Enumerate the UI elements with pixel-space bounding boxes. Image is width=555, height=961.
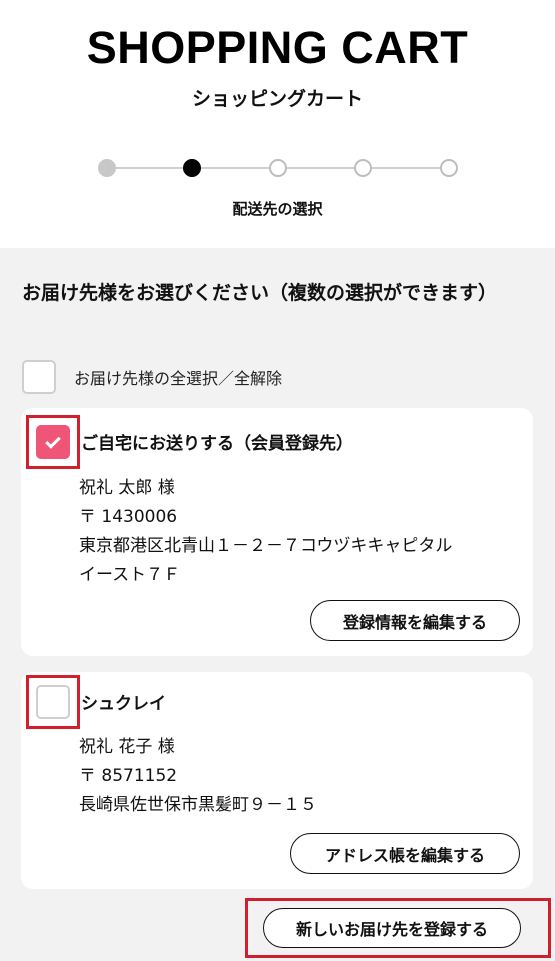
progress-stepper xyxy=(98,158,458,178)
home-checkbox-highlight xyxy=(26,415,80,469)
address-title: ご自宅にお送りする（会員登録先） xyxy=(81,434,353,454)
address-line-1: 東京都港区北青山１－２－７コウヅキキャピタル xyxy=(79,536,453,556)
address-details: 祝礼 太郎 様 〒 1430006 東京都港区北青山１－２－７コウヅキキャピタル… xyxy=(79,474,519,590)
address-details: 祝礼 花子 様 〒 8571152 長崎県佐世保市黒髪町９－１５ xyxy=(79,733,519,820)
instruction-text: お届け先様をお選びください（複数の選択ができます） xyxy=(22,282,498,304)
address-card-shukurei: シュクレイ 祝礼 花子 様 〒 8571152 長崎県佐世保市黒髪町９－１５ ア… xyxy=(21,672,533,889)
step-2-dot xyxy=(183,159,201,177)
address-card-home: ご自宅にお送りする（会員登録先） 祝礼 太郎 様 〒 1430006 東京都港区… xyxy=(21,408,533,656)
address-selection-area: お届け先様をお選びください（複数の選択ができます） お届け先様の全選択／全解除 … xyxy=(0,248,555,961)
edit-address-book-button[interactable]: アドレス帳を編集する xyxy=(290,833,520,874)
check-icon xyxy=(45,432,61,449)
new-address-highlight: 新しいお届け先を登録する xyxy=(245,898,551,958)
home-address-checkbox[interactable] xyxy=(36,425,70,459)
step-5-dot xyxy=(440,159,458,177)
current-step-label: 配送先の選択 xyxy=(232,200,323,218)
address-line-1: 長崎県佐世保市黒髪町９－１５ xyxy=(79,795,317,815)
step-3-dot xyxy=(269,159,287,177)
select-all-row[interactable]: お届け先様の全選択／全解除 xyxy=(22,359,282,395)
step-1-dot xyxy=(98,159,116,177)
recipient-name: 祝礼 花子 様 xyxy=(79,737,175,757)
shukurei-checkbox-highlight xyxy=(26,675,80,729)
select-all-checkbox[interactable] xyxy=(22,360,56,394)
postal-code: 〒 8571152 xyxy=(79,766,178,786)
recipient-name: 祝礼 太郎 様 xyxy=(79,478,175,498)
address-title: シュクレイ xyxy=(81,694,166,714)
postal-code: 〒 1430006 xyxy=(79,507,178,527)
address-line-2: イースト７Ｆ xyxy=(79,565,181,585)
page-subtitle: ショッピングカート xyxy=(191,88,363,110)
header-area: SHOPPING CART ショッピングカート 配送先の選択 xyxy=(0,0,555,248)
edit-registration-button[interactable]: 登録情報を編集する xyxy=(310,600,520,641)
step-4-dot xyxy=(354,159,372,177)
shukurei-address-checkbox[interactable] xyxy=(36,685,70,719)
page-title: SHOPPING CART xyxy=(86,22,469,73)
select-all-label: お届け先様の全選択／全解除 xyxy=(74,369,283,388)
register-new-address-button[interactable]: 新しいお届け先を登録する xyxy=(263,908,521,948)
